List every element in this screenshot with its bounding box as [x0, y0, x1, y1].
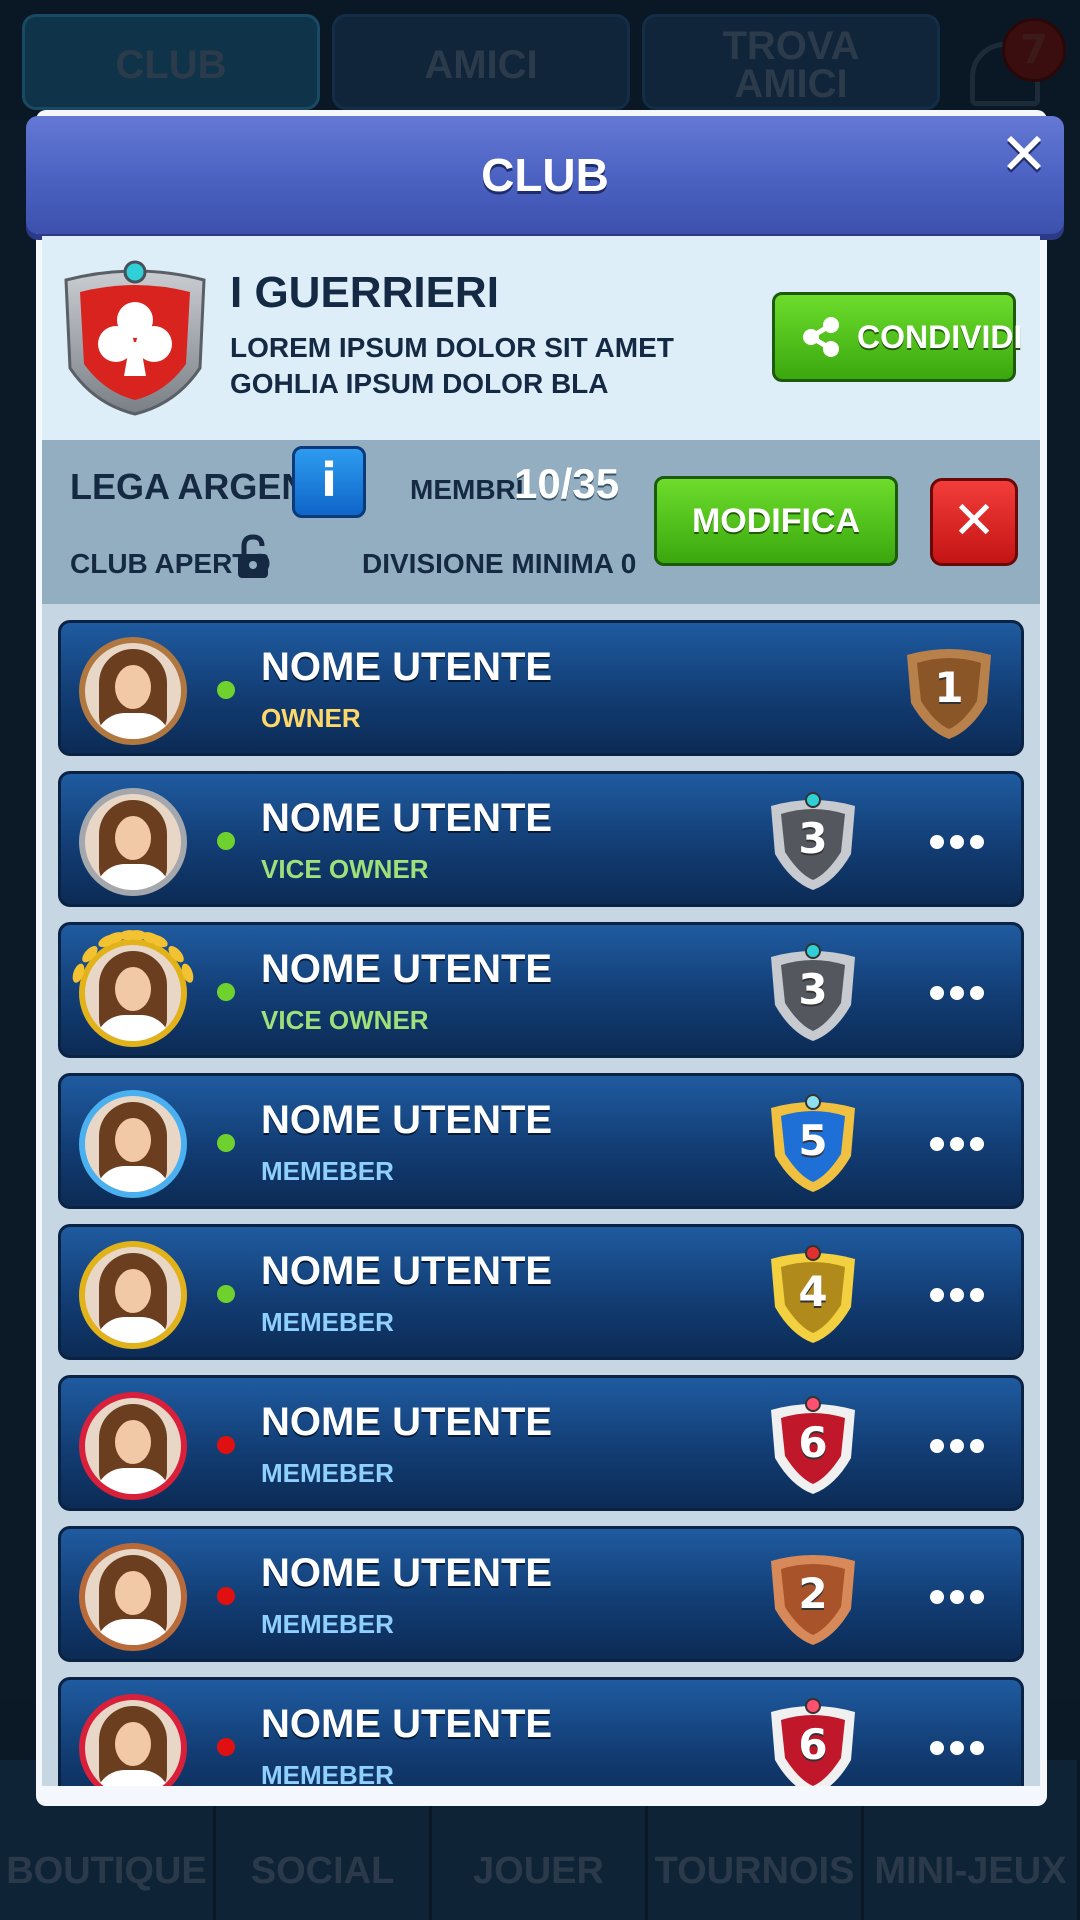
more-options-icon[interactable] — [925, 1120, 989, 1164]
more-options-icon[interactable] — [925, 1573, 989, 1617]
member-role: MEMEBER — [261, 1458, 394, 1488]
laurel-wreath-icon — [72, 930, 194, 983]
division-badge-icon: 5 — [765, 1094, 861, 1194]
bg-tab-trova-amici: TROVA AMICI — [642, 14, 940, 110]
member-name: NOME UTENTE — [261, 1400, 553, 1444]
info-button[interactable]: i — [292, 446, 366, 518]
avatar — [79, 1694, 187, 1786]
avatar — [79, 788, 187, 896]
more-options-icon[interactable] — [925, 969, 989, 1013]
member-role: MEMEBER — [261, 1307, 394, 1337]
offline-status-dot — [217, 1436, 235, 1454]
member-row[interactable]: NOME UTENTE MEMEBER 2 — [58, 1526, 1024, 1662]
bg-notification-bell: 7 — [960, 18, 1070, 114]
member-row[interactable]: NOME UTENTE MEMEBER 5 — [58, 1073, 1024, 1209]
member-row[interactable]: NOME UTENTE MEMEBER 6 — [58, 1375, 1024, 1511]
avatar — [79, 1090, 187, 1198]
club-description: LOREM IPSUM DOLOR SIT AMET GOHLIA IPSUM … — [230, 332, 674, 399]
bg-tab-label: AMICI — [424, 43, 538, 87]
division-number: 5 — [798, 1116, 828, 1165]
min-division-label: DIVISIONE MINIMA 0 — [362, 548, 637, 579]
division-number: 4 — [798, 1267, 828, 1316]
members-label: MEMBRI — [410, 474, 524, 505]
bg-tab-club: CLUB — [22, 14, 320, 110]
bg-tab-label: TROVA AMICI — [722, 24, 860, 106]
online-status-dot — [217, 1134, 235, 1152]
member-role: VICE OWNER — [261, 854, 429, 884]
bg-left-edge — [0, 120, 36, 1700]
division-number: 3 — [798, 965, 828, 1014]
avatar — [79, 637, 187, 745]
club-suit-shield-icon — [64, 260, 206, 416]
members-list[interactable]: NOME UTENTE OWNER 1 NOME UTENTE VICE OWNER 3 N… — [42, 604, 1040, 1786]
more-options-icon[interactable] — [925, 1271, 989, 1315]
online-status-dot — [217, 983, 235, 1001]
online-status-dot — [217, 1285, 235, 1303]
leave-club-button[interactable]: ✕ — [930, 478, 1018, 566]
club-name: I GUERRIERI — [230, 268, 499, 317]
member-role: MEMEBER — [261, 1156, 394, 1186]
member-name: NOME UTENTE — [261, 1249, 553, 1293]
division-number: 6 — [798, 1418, 828, 1467]
member-role: MEMEBER — [261, 1609, 394, 1639]
member-name: NOME UTENTE — [261, 947, 553, 991]
avatar — [79, 1543, 187, 1651]
bg-tab-label: CLUB — [115, 43, 227, 87]
member-role: MEMEBER — [261, 1760, 394, 1786]
member-row[interactable]: NOME UTENTE OWNER 1 — [58, 620, 1024, 756]
division-badge-icon: 1 — [901, 641, 997, 741]
division-number: 2 — [798, 1569, 828, 1618]
division-number: 6 — [798, 1720, 828, 1769]
more-options-icon[interactable] — [925, 1724, 989, 1768]
division-badge-icon: 6 — [765, 1396, 861, 1496]
avatar — [79, 1241, 187, 1349]
more-options-icon[interactable] — [925, 1422, 989, 1466]
offline-status-dot — [217, 1587, 235, 1605]
share-icon — [803, 317, 839, 357]
member-row[interactable]: NOME UTENTE VICE OWNER 3 — [58, 771, 1024, 907]
member-role: OWNER — [261, 703, 361, 733]
division-number: 1 — [934, 663, 964, 712]
share-button-label: CONDIVIDI — [857, 319, 1023, 355]
modal-title: CLUB — [481, 149, 609, 201]
close-x-icon: ✕ — [952, 491, 996, 551]
members-count: 10/35 — [514, 460, 620, 507]
online-status-dot — [217, 681, 235, 699]
member-name: NOME UTENTE — [261, 645, 553, 689]
division-badge-icon: 3 — [765, 943, 861, 1043]
member-name: NOME UTENTE — [261, 796, 553, 840]
division-badge-icon: 2 — [765, 1547, 861, 1647]
division-badge-icon: 3 — [765, 792, 861, 892]
member-row[interactable]: NOME UTENTE MEMEBER 4 — [58, 1224, 1024, 1360]
notification-count: 7 — [1002, 18, 1066, 82]
share-button[interactable]: CONDIVIDI — [772, 292, 1022, 382]
modal-header: CLUB — [26, 116, 1064, 234]
unlocked-lock-icon — [238, 534, 268, 578]
division-badge-icon: 6 — [765, 1698, 861, 1786]
close-icon[interactable]: ✕ — [998, 125, 1050, 183]
member-row[interactable]: NOME UTENTE VICE OWNER 3 — [58, 922, 1024, 1058]
division-badge-icon: 4 — [765, 1245, 861, 1345]
bg-tab-amici: AMICI — [332, 14, 630, 110]
more-options-icon[interactable] — [925, 818, 989, 862]
online-status-dot — [217, 832, 235, 850]
member-role: VICE OWNER — [261, 1005, 429, 1035]
member-name: NOME UTENTE — [261, 1702, 553, 1746]
division-number: 3 — [798, 814, 828, 863]
member-name: NOME UTENTE — [261, 1551, 553, 1595]
offline-status-dot — [217, 1738, 235, 1756]
edit-button[interactable]: MODIFICA — [654, 476, 898, 566]
member-row[interactable]: NOME UTENTE MEMEBER 6 — [58, 1677, 1024, 1786]
member-name: NOME UTENTE — [261, 1098, 553, 1142]
avatar — [79, 1392, 187, 1500]
bg-right-edge — [1044, 120, 1080, 1700]
